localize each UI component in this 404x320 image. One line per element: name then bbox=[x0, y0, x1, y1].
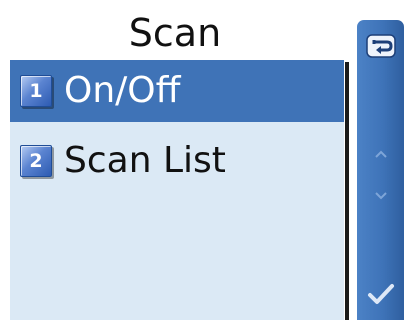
checkmark-icon bbox=[367, 284, 394, 304]
menu-item-scan-list[interactable]: 2 Scan List bbox=[10, 130, 344, 192]
scroll-up-button[interactable] bbox=[357, 146, 404, 162]
item-number-badge: 2 bbox=[20, 145, 52, 177]
divider bbox=[345, 62, 349, 320]
menu-item-label: Scan List bbox=[64, 140, 226, 181]
scroll-up-icon bbox=[374, 150, 387, 158]
menu-item-label: On/Off bbox=[64, 70, 181, 111]
side-soft-key-bar bbox=[357, 20, 404, 320]
menu-item-on-off[interactable]: 1 On/Off bbox=[10, 60, 344, 122]
menu-list: 1 On/Off 2 Scan List bbox=[10, 60, 344, 320]
item-number-badge: 1 bbox=[20, 75, 52, 107]
scroll-down-button[interactable] bbox=[357, 188, 404, 204]
ok-button[interactable] bbox=[357, 276, 404, 312]
scan-menu-screen: Scan 1 On/Off 2 Scan List bbox=[0, 0, 404, 320]
back-arrow-icon bbox=[365, 34, 396, 58]
back-button[interactable] bbox=[357, 26, 404, 66]
page-title: Scan bbox=[128, 11, 222, 55]
scroll-down-icon bbox=[374, 192, 387, 200]
